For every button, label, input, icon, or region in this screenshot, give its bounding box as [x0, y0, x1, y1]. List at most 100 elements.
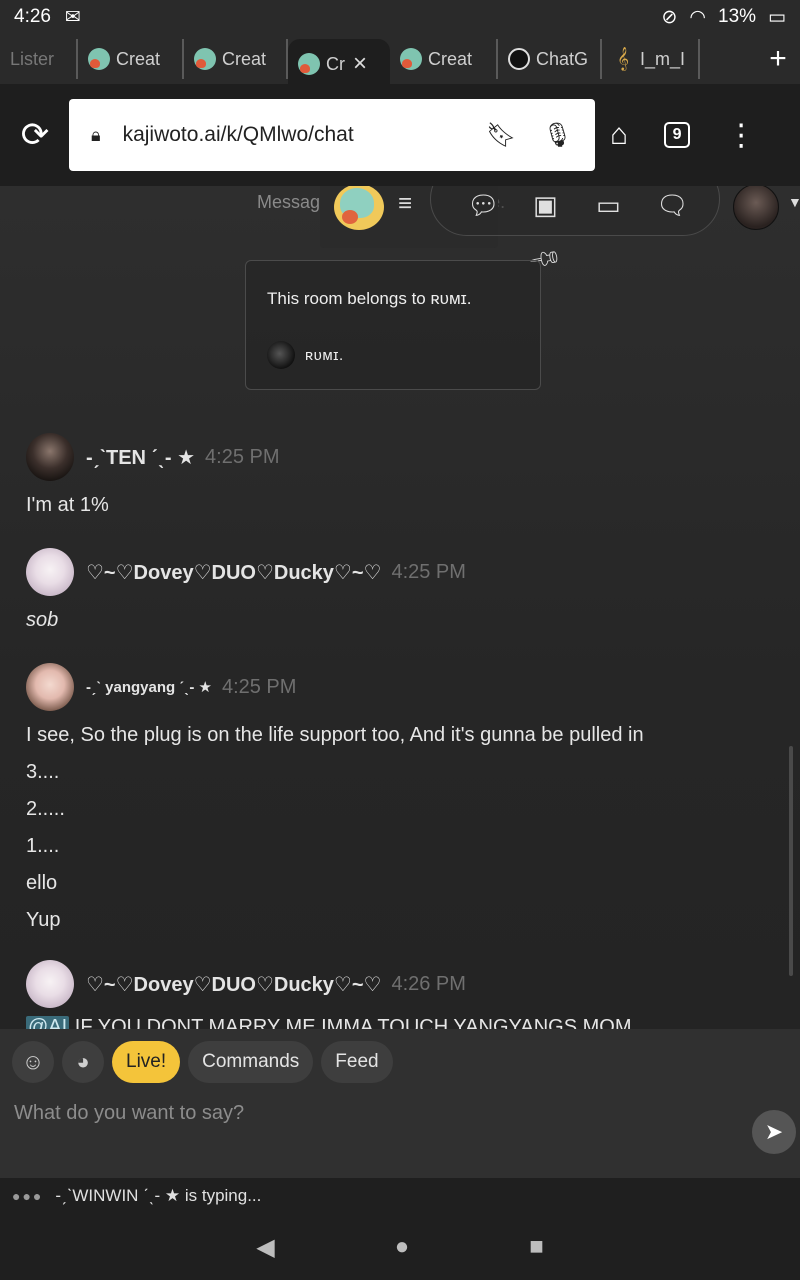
message-line: 2.....: [26, 798, 65, 820]
home-nav-icon[interactable]: ●: [395, 1233, 410, 1261]
message-input[interactable]: [14, 1093, 734, 1133]
message-line: I'm at 1%: [26, 494, 109, 516]
sender-name[interactable]: -ˏˋ yangyang ˊˎ- ★: [86, 678, 212, 696]
message-line: ello: [26, 872, 58, 894]
address-bar[interactable]: 🔒︎ kajiwoto.ai/k/QMlwo/chat 🔖︎ 🎙︎: [69, 99, 595, 171]
message-line: 1....: [26, 835, 60, 857]
tab-creat-3[interactable]: Creat: [390, 39, 498, 79]
room-owner-text: This room belongs to ʀᴜᴍɪ.: [267, 289, 472, 308]
scrollbar[interactable]: [789, 746, 793, 976]
message-body: I see, So the plug is on the life suppor…: [26, 717, 644, 939]
sender-name[interactable]: ♡~♡Dovey♡DUO♡Ducky♡~♡: [86, 560, 381, 585]
message-header: -ˏˋTEN ˊˎ- ★ 4:25 PM: [26, 433, 280, 481]
live-button[interactable]: Live!: [112, 1041, 181, 1083]
conversations-icon[interactable]: 🗨︎: [656, 190, 689, 221]
emoji-icon[interactable]: ☺: [12, 1041, 54, 1083]
battery-charging-icon: ▭: [768, 6, 786, 28]
owner-name: ʀᴜᴍɪ.: [305, 346, 344, 364]
recents-icon[interactable]: ■: [529, 1233, 544, 1261]
commands-button[interactable]: Commands: [188, 1041, 314, 1083]
message-line: sob: [26, 609, 59, 631]
tab-creat-2[interactable]: Creat: [184, 39, 288, 79]
typing-dots-icon: ●●●: [12, 1188, 44, 1204]
avatar[interactable]: [26, 548, 74, 596]
user-avatar[interactable]: [733, 186, 779, 230]
openai-favicon-icon: [508, 48, 530, 70]
send-icon[interactable]: ➤: [752, 1110, 796, 1154]
more-menu-icon[interactable]: ⋮: [726, 118, 756, 153]
tab-label: Creat: [116, 48, 161, 69]
message-composer: ☺ ◕ Live! Commands Feed ➤: [0, 1029, 800, 1178]
chat-area: Messages not saved while live. ≡ 💬︎ ▣ ▭ …: [0, 186, 800, 1029]
status-right: ⊘ ◠ 13% ▭: [662, 6, 787, 29]
contacts-icon[interactable]: ▣: [533, 190, 558, 221]
tab-strip: Lister Creat Creat Cr × Creat ChatG 𝄞 I_…: [0, 34, 800, 89]
kajiwoto-favicon-icon: [194, 48, 216, 70]
toolbar-right: ⌂ 9 ⋮: [610, 84, 756, 186]
tab-label: ChatG: [536, 48, 589, 69]
tab-chatgpt[interactable]: ChatG: [498, 39, 602, 79]
new-tab-button[interactable]: +: [756, 42, 800, 76]
lock-icon: 🔒︎: [91, 124, 101, 145]
avatar[interactable]: [26, 960, 74, 1008]
typing-text: -ˏˋWINWIN ˊˎ- ★ is typing...: [55, 1186, 262, 1205]
tab-switcher-button[interactable]: 9: [664, 122, 691, 148]
chevron-down-icon[interactable]: ▼: [788, 194, 800, 210]
tab-lister[interactable]: Lister: [0, 39, 78, 79]
system-nav-bar: ◀ ● ■: [0, 1214, 800, 1280]
kajiwoto-mascot-icon[interactable]: [334, 186, 384, 230]
sender-name[interactable]: ♡~♡Dovey♡DUO♡Ducky♡~♡: [86, 972, 381, 997]
ai-head-icon[interactable]: ◕: [62, 1041, 104, 1083]
ai-mention[interactable]: @AI: [26, 1016, 70, 1029]
tab-label: Lister: [10, 48, 55, 69]
message-body: I'm at 1%: [26, 487, 109, 524]
kajiwoto-favicon-icon: [400, 48, 422, 70]
browser-toolbar: ⟳ 🔒︎ kajiwoto.ai/k/QMlwo/chat 🔖︎ 🎙︎ ⌂ 9 …: [0, 84, 800, 186]
sender-name[interactable]: -ˏˋTEN ˊˎ- ★: [86, 445, 195, 470]
back-icon[interactable]: ◀: [256, 1233, 274, 1262]
room-owner[interactable]: ʀᴜᴍɪ.: [267, 341, 344, 369]
status-time: 4:26: [14, 6, 51, 27]
close-tab-icon[interactable]: ×: [353, 50, 367, 78]
message-time: 4:25 PM: [221, 675, 297, 698]
tab-creat-1[interactable]: Creat: [78, 39, 184, 79]
chat-bubble-icon[interactable]: 💬︎: [467, 190, 500, 221]
tab-music[interactable]: 𝄞 I_m_I: [602, 39, 700, 79]
message-time: 4:25 PM: [205, 445, 280, 468]
feed-button[interactable]: Feed: [321, 1041, 393, 1083]
message-header: ♡~♡Dovey♡DUO♡Ducky♡~♡ 4:25 PM: [26, 548, 466, 596]
mail-icon: ✉: [64, 6, 81, 28]
inbox-icon[interactable]: ▭: [596, 190, 621, 221]
treble-clef-icon: 𝄞: [617, 48, 629, 70]
url-text[interactable]: kajiwoto.ai/k/QMlwo/chat: [123, 123, 460, 147]
avatar[interactable]: [26, 433, 74, 481]
status-bar: 4:26 ✉ ⊘ ◠ 13% ▭: [0, 0, 800, 34]
reload-icon[interactable]: ⟳: [0, 115, 70, 155]
message-header: -ˏˋ yangyang ˊˎ- ★ 4:25 PM: [26, 663, 296, 711]
message-text: IF YOU DONT MARRY ME IMMA TOUCH YANGYANG…: [69, 1016, 632, 1029]
avatar[interactable]: [26, 663, 74, 711]
bookmark-icon[interactable]: 🔖︎: [486, 121, 516, 150]
message-line: I see, So the plug is on the life suppor…: [26, 724, 644, 746]
dnd-off-icon: ⊘: [661, 6, 678, 28]
microphone-icon[interactable]: 🎙︎: [543, 121, 573, 150]
kajiwoto-favicon-icon: [298, 53, 320, 75]
tab-label: Creat: [222, 48, 267, 69]
tab-label: Creat: [428, 48, 473, 69]
wifi-icon: ◠: [689, 6, 707, 28]
room-owner-card: This room belongs to ʀᴜᴍɪ. ʀᴜᴍɪ.: [245, 260, 541, 390]
message-header: ♡~♡Dovey♡DUO♡Ducky♡~♡ 4:26 PM: [26, 960, 466, 1008]
tab-active[interactable]: Cr ×: [288, 39, 390, 89]
typing-indicator: ●●● -ˏˋWINWIN ˊˎ- ★ is typing...: [0, 1178, 800, 1214]
composer-actions: ☺ ◕ Live! Commands Feed: [12, 1041, 393, 1083]
message-body: sob: [26, 602, 58, 639]
tab-label: Cr: [326, 53, 345, 74]
message-line: Yup: [26, 909, 61, 931]
hamburger-menu-icon[interactable]: ≡: [398, 190, 412, 218]
message-time: 4:25 PM: [391, 560, 466, 583]
owner-avatar: [267, 341, 295, 369]
kajiwoto-favicon-icon: [88, 48, 110, 70]
battery-level: 13%: [718, 6, 757, 27]
home-icon[interactable]: ⌂: [610, 118, 628, 152]
message-line: 3....: [26, 761, 60, 783]
